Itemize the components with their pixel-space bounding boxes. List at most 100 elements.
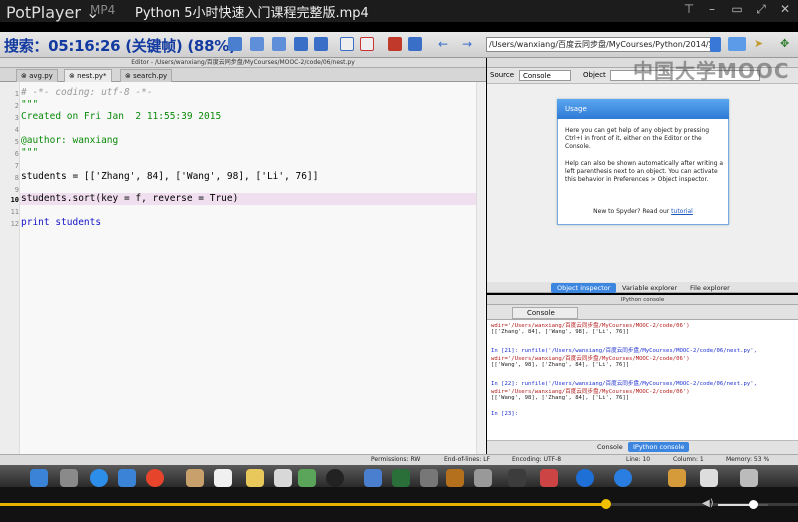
home-dir-icon[interactable]: ✥ [780, 37, 794, 51]
console-line: [['Wang', 98], ['Zhang', 84], ['Li', 76]… [491, 395, 630, 401]
arrow-right-icon[interactable]: → [462, 37, 476, 51]
tab-variable-explorer[interactable]: Variable explorer [616, 283, 683, 293]
line-number: 1 [14, 90, 19, 98]
set-dir-icon[interactable]: ➤ [754, 37, 768, 51]
console-line: [['Zhang', 84], ['Wang', 98], ['Li', 76]… [491, 329, 630, 335]
seek-handle[interactable] [601, 499, 611, 509]
player-title-bar [0, 0, 798, 22]
photos-icon[interactable] [364, 469, 382, 487]
code-line-current: students.sort(key = f, reverse = True) [21, 193, 239, 204]
close-icon[interactable]: ✕ [776, 2, 794, 20]
source-select[interactable]: Console [519, 70, 571, 81]
maximize-icon[interactable]: ⤢ [752, 2, 770, 20]
line-number: 4 [14, 126, 19, 134]
launchpad-icon[interactable] [60, 469, 78, 487]
safari-icon[interactable] [90, 469, 108, 487]
usage-text: Help can also be shown automatically aft… [565, 160, 724, 183]
terminal-icon[interactable] [420, 469, 438, 487]
tab-nest[interactable]: ⊗ nest.py* [64, 69, 112, 82]
status-line: Line: 10 [626, 456, 651, 463]
usage-footer: New to Spyder? Read our [593, 208, 670, 215]
volume-icon[interactable]: ◀) [702, 498, 714, 509]
tools-icon[interactable] [388, 37, 402, 51]
console-line: wdir='/Users/wanxiang/百度云同步盘/MyCourses/M… [491, 389, 690, 395]
spyder-icon[interactable] [508, 469, 526, 487]
run-icon[interactable] [228, 37, 242, 51]
app-icon[interactable] [540, 469, 558, 487]
continue-icon[interactable] [294, 37, 308, 51]
status-eol: End-of-lines: LF [444, 456, 490, 463]
volume-handle[interactable] [749, 500, 758, 509]
console-line: wdir='/Users/wanxiang/百度云同步盘/MyCourses/M… [491, 323, 690, 329]
fullscreen-icon[interactable] [360, 37, 374, 51]
close-icon[interactable]: ⊗ [69, 72, 77, 80]
object-label: Object [583, 71, 606, 79]
qq-icon[interactable] [326, 469, 344, 487]
contacts-icon[interactable] [186, 469, 204, 487]
console-title: IPython console [487, 295, 798, 305]
debug-icon[interactable] [250, 37, 264, 51]
document-icon[interactable] [700, 469, 718, 487]
usage-text: Here you can get help of any object by p… [565, 127, 710, 150]
excel-icon[interactable] [392, 469, 410, 487]
browser-icon[interactable] [614, 469, 632, 487]
screen: PotPlayer ⌄ MP4 Python 5小时快速入门课程完整版.mp4 … [0, 0, 798, 522]
tutorial-link[interactable]: tutorial [671, 208, 693, 215]
status-encoding: Encoding: UTF-8 [512, 456, 562, 463]
textedit-icon[interactable] [446, 469, 464, 487]
tab-object-inspector[interactable]: Object inspector [551, 283, 617, 293]
calendar-icon[interactable] [214, 469, 232, 487]
tab-file-explorer[interactable]: File explorer [684, 283, 736, 293]
step-icon[interactable] [272, 37, 286, 51]
console-tab[interactable]: Console 427/A [512, 307, 578, 328]
tab-avg[interactable]: ⊗ avg.py [16, 69, 58, 82]
code-line: students = [['Zhang', 84], ['Wang', 98],… [21, 171, 319, 182]
reminders-icon[interactable] [274, 469, 292, 487]
preview-icon[interactable] [474, 469, 492, 487]
format-label: MP4 [90, 3, 116, 17]
console-line: [['Wang', 98], ['Zhang', 84], ['Li', 76]… [491, 362, 630, 368]
close-icon[interactable]: ⊗ [21, 72, 29, 80]
trash-icon[interactable] [740, 469, 758, 487]
line-number: 12 [10, 220, 19, 228]
folder-icon[interactable] [728, 37, 746, 51]
python-path-icon[interactable] [408, 37, 422, 51]
appstore-icon[interactable] [118, 469, 136, 487]
code-line: # -*- coding: utf-8 -*- [21, 87, 153, 98]
line-number: 5 [14, 138, 19, 146]
line-number: 2 [14, 102, 19, 110]
close-icon[interactable]: ⊗ [125, 72, 133, 80]
tab-console[interactable]: Console [592, 442, 628, 452]
console-prompt: In [23]: [491, 411, 518, 417]
restore-icon[interactable]: ▭ [728, 2, 746, 20]
code-line: """ [21, 99, 39, 110]
player-logo[interactable]: PotPlayer ⌄ [6, 3, 99, 22]
line-number: 6 [14, 150, 19, 158]
stop-icon[interactable] [314, 37, 328, 51]
code-line: """ [21, 147, 39, 158]
line-number: 11 [10, 208, 19, 216]
watermark: 中国大学MOOC [633, 59, 790, 83]
maps-icon[interactable] [298, 469, 316, 487]
quicktime-icon[interactable] [576, 469, 594, 487]
working-directory-input[interactable]: /Users/wanxiang/百度云同步盘/MyCourses/Python/… [486, 37, 720, 52]
code-line: @author: wanxiang [21, 135, 119, 146]
chrome-icon[interactable] [146, 469, 164, 487]
minimize-icon[interactable]: – [703, 2, 721, 20]
tab-ipython-console[interactable]: IPython console [628, 442, 690, 452]
finder-icon[interactable] [30, 469, 48, 487]
chevron-down-icon[interactable] [710, 37, 721, 52]
video-title: Python 5小时快速入门课程完整版.mp4 [135, 6, 369, 21]
console-line: In [22]: runfile('/Users/wanxiang/百度云同步盘… [491, 381, 757, 387]
console-line: In [21]: runfile('/Users/wanxiang/百度云同步盘… [491, 348, 757, 354]
source-label: Source [490, 71, 515, 79]
pane-icon[interactable] [340, 37, 354, 51]
arrow-left-icon[interactable]: ← [438, 37, 452, 51]
editor-scrollbar[interactable] [476, 82, 485, 454]
folder-icon[interactable] [668, 469, 686, 487]
volume-fill [718, 504, 753, 506]
notes-icon[interactable] [246, 469, 264, 487]
pin-icon[interactable]: ⊤ [680, 2, 698, 20]
line-number: 8 [14, 174, 19, 182]
tab-search[interactable]: ⊗ search.py [120, 69, 173, 82]
